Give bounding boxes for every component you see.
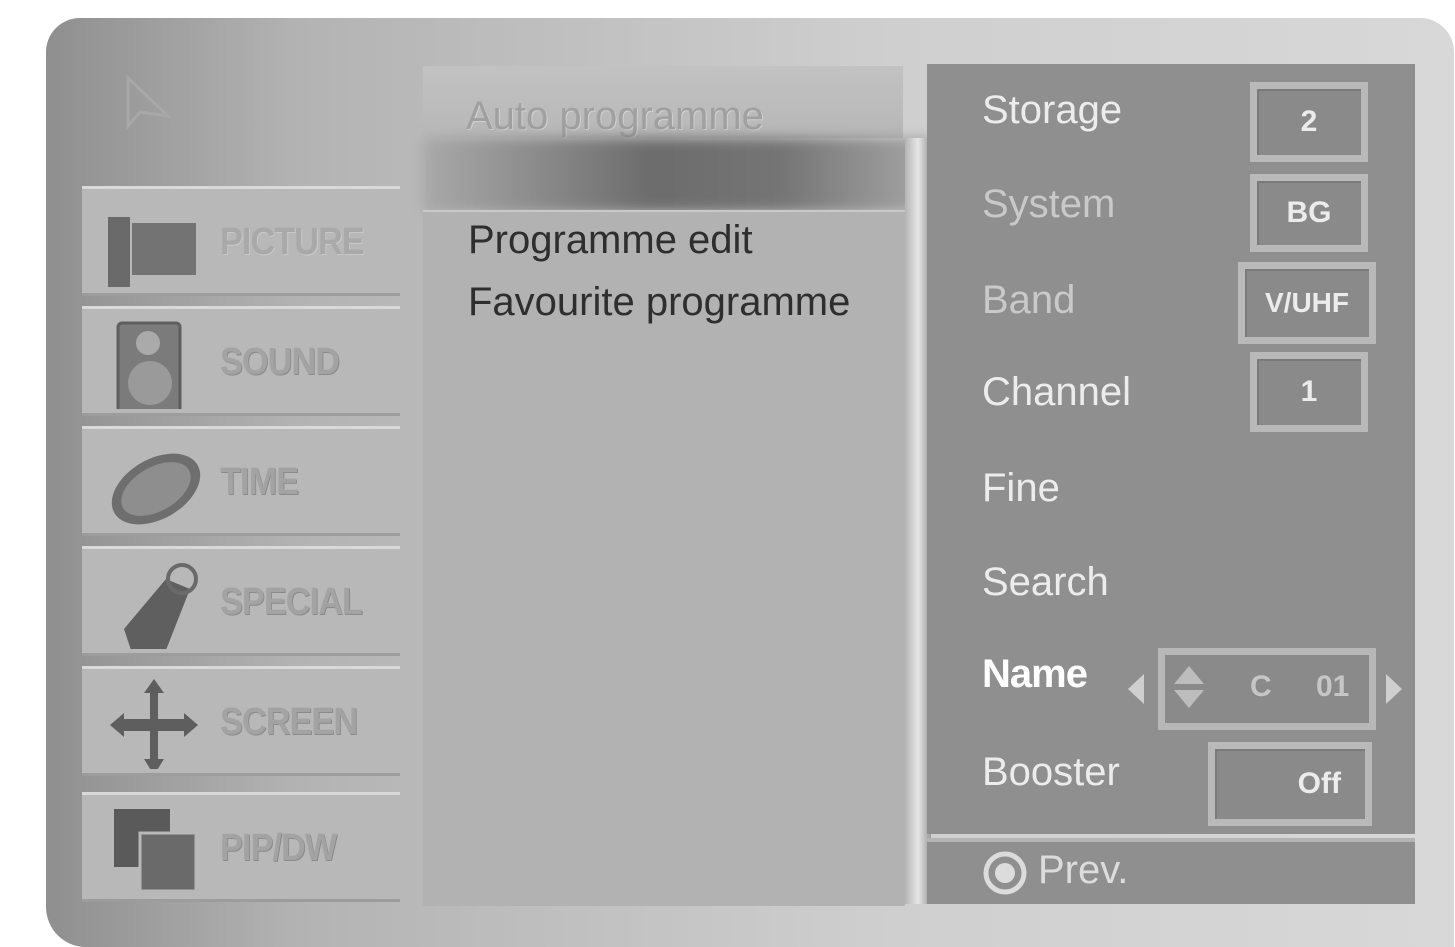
submenu-item-programme-edit[interactable]: Programme edit xyxy=(468,218,753,263)
menu-item-label: SCREEN xyxy=(220,701,358,743)
menu-item-label: SOUND xyxy=(220,341,340,383)
channel-value[interactable]: 1 xyxy=(1250,352,1368,432)
prev-label[interactable]: Prev. xyxy=(1038,848,1128,893)
menu-item-picture[interactable]: PICTURE xyxy=(82,186,400,296)
menu-item-sound[interactable]: SOUND xyxy=(82,306,400,416)
menu-item-screen[interactable]: SCREEN xyxy=(82,666,400,776)
tag-icon xyxy=(124,563,198,649)
speaker-icon xyxy=(116,321,182,409)
menu-item-label: PICTURE xyxy=(220,221,365,263)
name-label: Name xyxy=(982,652,1088,696)
menu-item-label: PIP/DW xyxy=(220,827,337,869)
booster-label: Booster xyxy=(982,750,1120,794)
ok-button-icon[interactable] xyxy=(982,850,1028,896)
auto-programme-label: Auto programme xyxy=(466,94,764,138)
name-prefix: C xyxy=(1250,670,1272,703)
system-label: System xyxy=(982,182,1116,226)
arrow-right-icon[interactable] xyxy=(1382,672,1406,706)
storage-label: Storage xyxy=(982,88,1123,132)
move-arrows-icon xyxy=(110,679,198,769)
clock-icon xyxy=(111,453,201,525)
pointer-icon xyxy=(126,74,173,131)
search-label[interactable]: Search xyxy=(982,560,1109,605)
selection-shadow xyxy=(423,138,935,212)
fine-label[interactable]: Fine xyxy=(982,466,1060,511)
up-down-icon[interactable] xyxy=(1172,664,1206,710)
band-label: Band xyxy=(982,278,1076,322)
submenu-item-favourite-programme[interactable]: Favourite programme xyxy=(468,280,850,325)
menu-item-special[interactable]: SPECIAL xyxy=(82,546,400,656)
menu-item-pipdw[interactable]: PIP/DW xyxy=(82,792,400,902)
channel-label: Channel xyxy=(982,370,1132,414)
system-value[interactable]: BG xyxy=(1250,174,1368,252)
picture-icon xyxy=(108,217,196,287)
menu-item-time[interactable]: TIME xyxy=(82,426,400,536)
band-value[interactable]: V/UHF xyxy=(1238,262,1376,344)
booster-value[interactable]: Off xyxy=(1208,742,1372,826)
name-value: 01 xyxy=(1316,670,1350,703)
arrow-left-icon[interactable] xyxy=(1124,672,1148,706)
storage-value[interactable]: 2 xyxy=(1250,82,1368,162)
pip-icon xyxy=(114,809,198,893)
menu-item-label: SPECIAL xyxy=(220,581,363,623)
menu-item-label: TIME xyxy=(220,461,299,503)
